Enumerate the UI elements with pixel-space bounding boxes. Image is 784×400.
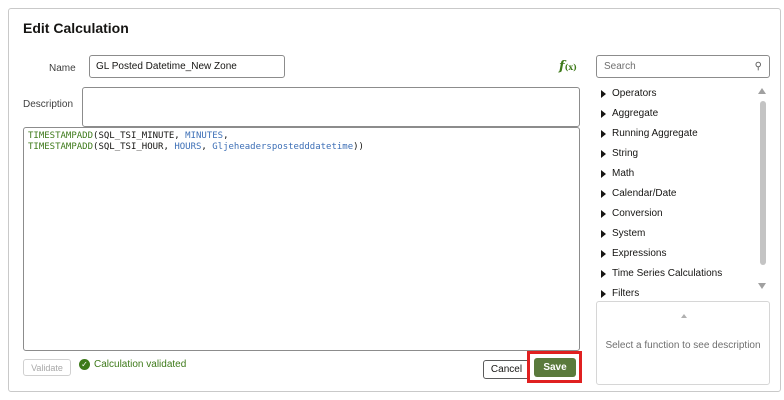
argument-token: (SQL_TSI_MINUTE, [93,131,186,141]
scroll-up-arrow-icon[interactable] [758,88,766,94]
category-running-aggregate[interactable]: Running Aggregate [601,128,698,139]
collapse-up-icon[interactable] [681,314,687,318]
category-label: Math [612,168,635,179]
category-aggregate[interactable]: Aggregate [601,108,658,119]
category-filters[interactable]: Filters [601,288,639,299]
save-button[interactable]: Save [534,358,576,377]
name-label: Name [49,63,76,74]
category-label: Expressions [612,248,667,259]
function-description-panel: Select a function to see description [596,301,770,385]
keyword-token: HOURS [174,142,202,152]
dialog-title: Edit Calculation [23,20,129,36]
expand-triangle-icon [601,129,606,138]
expand-triangle-icon [601,269,606,278]
category-operators[interactable]: Operators [601,88,656,99]
keyword-token: MINUTES [185,131,224,141]
category-expressions[interactable]: Expressions [601,248,666,259]
validate-button[interactable]: Validate [23,359,71,376]
category-math[interactable]: Math [601,168,634,179]
function-search-input[interactable]: Search ⚲ [596,55,770,78]
category-conversion[interactable]: Conversion [601,208,663,219]
category-label: System [612,228,646,239]
function-token: TIMESTAMPADD [28,142,94,152]
search-icon[interactable]: ⚲ [755,61,762,72]
list-scrollbar-thumb[interactable] [760,101,766,265]
category-label: String [612,148,639,159]
expand-triangle-icon [601,169,606,178]
category-label: Conversion [612,208,663,219]
column-token: Gljeheaderspostedddatetime [212,142,354,152]
expand-triangle-icon [601,109,606,118]
expand-triangle-icon [601,89,606,98]
category-label: Operators [612,88,657,99]
description-field[interactable] [82,87,580,127]
expand-triangle-icon [601,189,606,198]
function-description-hint: Select a function to see description [605,340,761,351]
cancel-button[interactable]: Cancel [483,360,530,379]
expand-triangle-icon [601,249,606,258]
expand-triangle-icon [601,149,606,158]
check-circle-icon: ✓ [79,359,90,370]
expression-editor[interactable]: TIMESTAMPADD(SQL_TSI_MINUTE, MINUTES, TI… [23,127,580,351]
function-token: TIMESTAMPADD [28,131,94,141]
expand-triangle-icon [601,289,606,298]
scroll-down-arrow-icon[interactable] [758,283,766,289]
validation-status-text: Calculation validated [94,359,187,370]
category-label: Filters [612,288,640,299]
description-label: Description [23,99,74,110]
category-system[interactable]: System [601,228,645,239]
category-calendar-date[interactable]: Calendar/Date [601,188,676,199]
edit-calculation-dialog: Edit Calculation Name GL Posted Datetime… [8,8,781,392]
category-label: Time Series Calculations [612,268,723,279]
expand-triangle-icon [601,229,606,238]
function-category-list: Operators Aggregate Running Aggregate St… [596,83,770,299]
separator-token: , [223,131,229,141]
search-placeholder: Search [604,61,636,72]
category-label: Aggregate [612,108,659,119]
function-icon[interactable]: f(x) [559,59,577,74]
separator-token: , [201,142,213,152]
category-string[interactable]: String [601,148,638,159]
category-label: Running Aggregate [612,128,698,139]
expand-triangle-icon [601,209,606,218]
category-label: Calendar/Date [612,188,677,199]
name-input[interactable]: GL Posted Datetime_New Zone [89,55,285,78]
validation-status: ✓ Calculation validated [79,359,186,370]
category-time-series-calculations[interactable]: Time Series Calculations [601,268,722,279]
argument-token: (SQL_TSI_HOUR, [93,142,175,152]
closing-token: )) [353,142,364,152]
